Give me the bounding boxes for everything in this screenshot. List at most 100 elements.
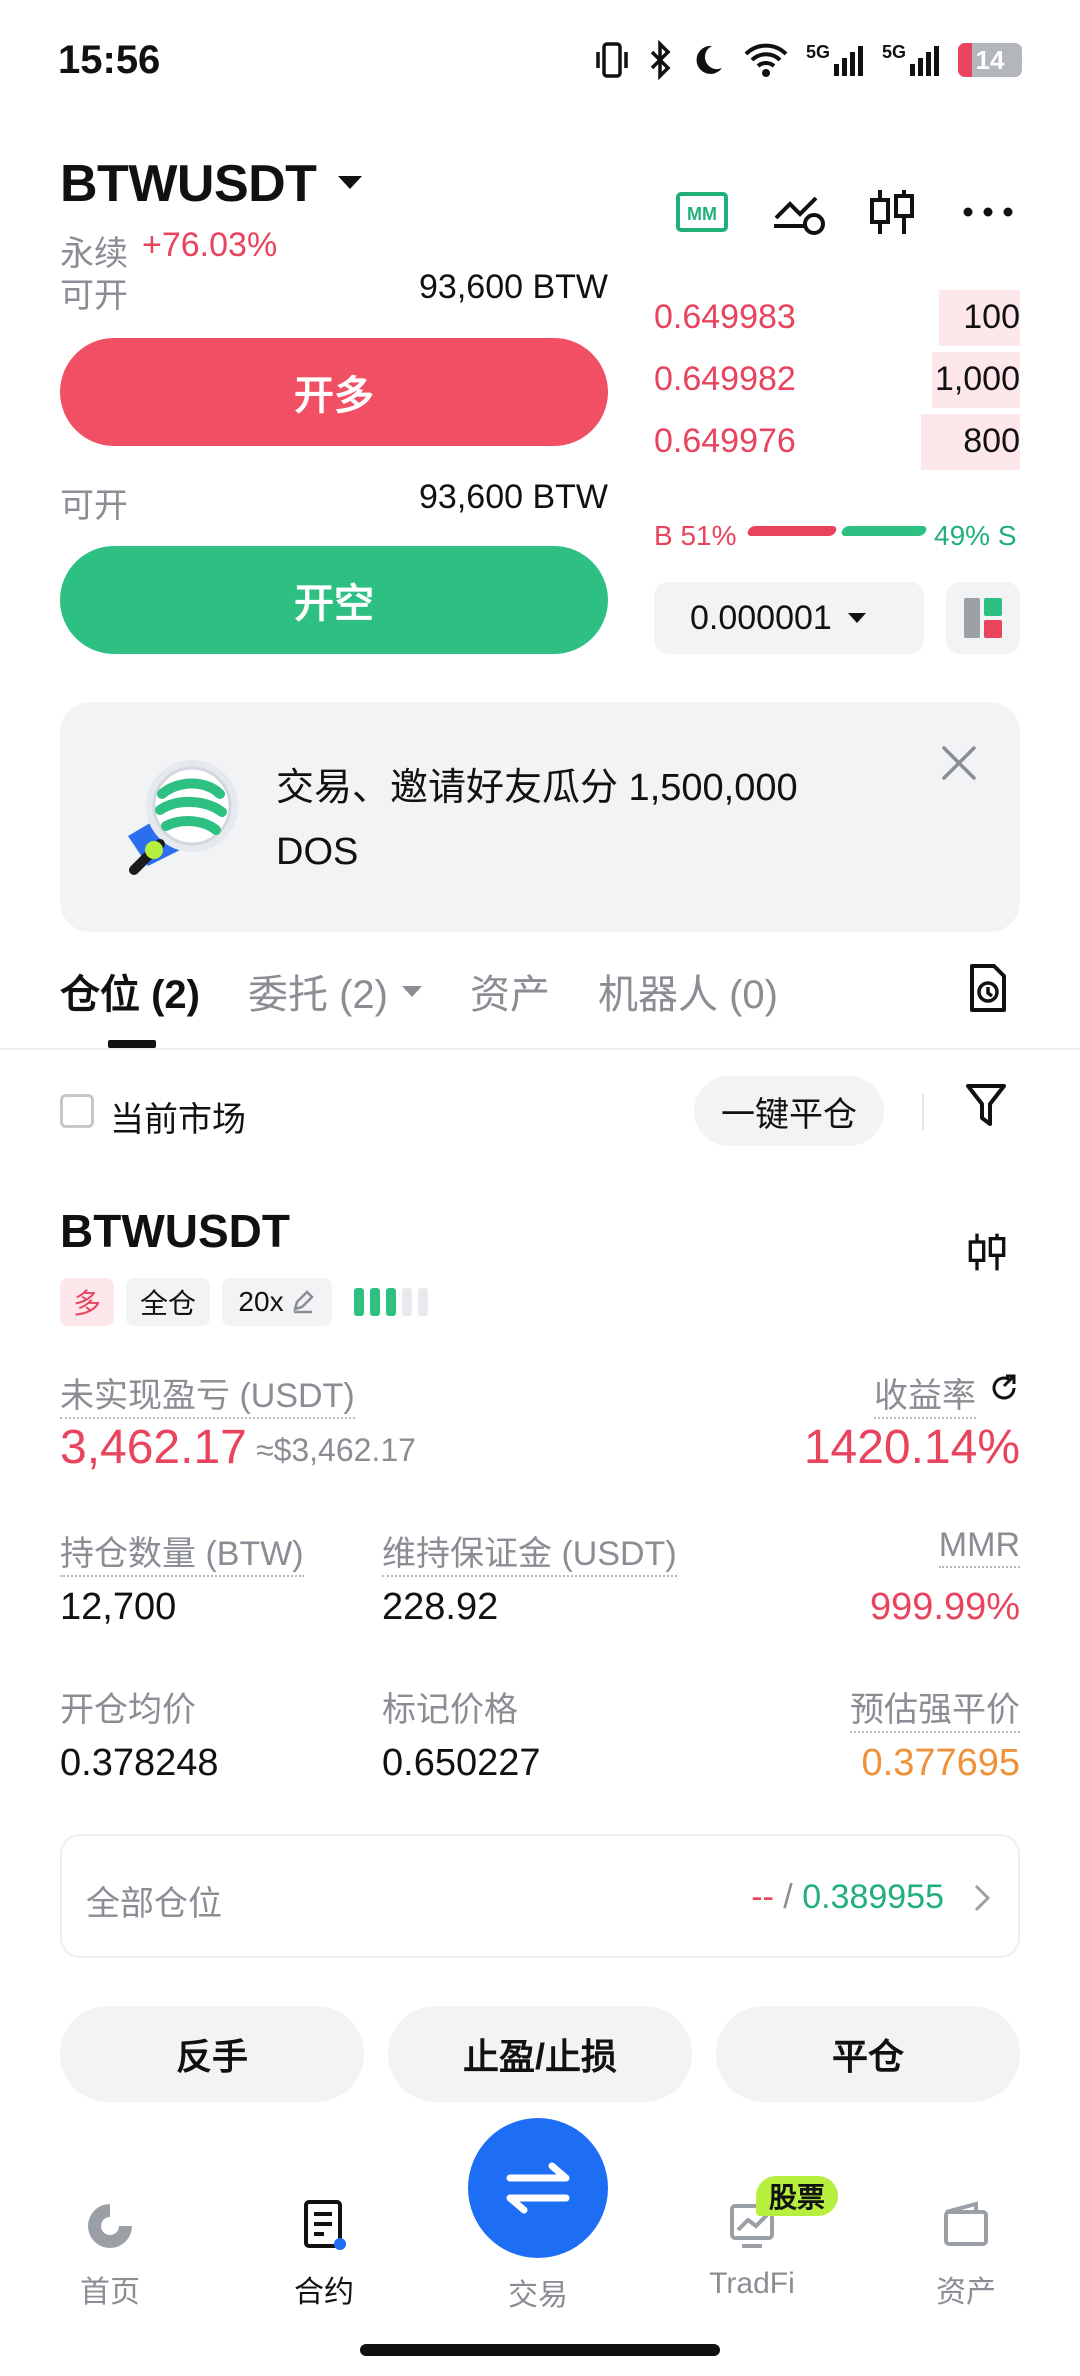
moon-icon: [696, 45, 722, 74]
network-label: 5G: [881, 42, 906, 62]
available-short-value: 93,600 BTW: [419, 478, 608, 516]
roe-label[interactable]: 收益率: [874, 1377, 976, 1419]
entry-price-value: 0.378248: [60, 1742, 219, 1784]
status-time: 15:56: [58, 38, 161, 82]
tab-active-indicator: [108, 1040, 156, 1048]
mark-price-value: 0.650227: [382, 1742, 541, 1784]
home-indicator: [360, 2344, 720, 2356]
current-market-checkbox[interactable]: [60, 1094, 94, 1128]
side-tag: 多: [60, 1278, 114, 1326]
wallet-icon: [944, 2201, 988, 2246]
ask-price: 0.649982: [654, 360, 796, 398]
price-alert-icon[interactable]: [770, 186, 830, 238]
tab-assets[interactable]: 资产: [470, 962, 550, 1020]
pair-selector[interactable]: BTWUSDT: [60, 154, 317, 214]
separator: /: [773, 1878, 803, 1916]
close-all-button[interactable]: 一键平仓: [694, 1076, 884, 1146]
status-icons: 5G 5G 14: [594, 36, 1022, 84]
open-short-button[interactable]: 开空: [60, 546, 608, 654]
promo-banner[interactable]: 交易、邀请好友瓜分 1,500,000 DOS: [60, 702, 1020, 932]
unrealized-pnl-value: 3,462.17: [60, 1421, 247, 1474]
ask-price: 0.649976: [654, 422, 796, 460]
chevron-down-icon: [402, 985, 422, 997]
tick-size-select[interactable]: 0.000001: [654, 582, 924, 654]
position-size-value: 12,700: [60, 1586, 177, 1628]
ask-price: 0.649983: [654, 298, 796, 336]
reverse-button[interactable]: 反手: [60, 2006, 364, 2102]
maint-margin-label[interactable]: 维持保证金 (USDT): [382, 1535, 677, 1577]
buy-ratio: B 51%: [654, 520, 737, 551]
bluetooth-icon: [650, 40, 671, 80]
wifi-icon: [744, 43, 788, 77]
margin-mode-tag[interactable]: 全仓: [126, 1278, 210, 1326]
promo-magnifier-icon: [128, 760, 238, 875]
trade-fab-button[interactable]: [468, 2118, 608, 2258]
network-label: 5G: [805, 42, 830, 62]
maint-margin-value: 228.92: [382, 1586, 499, 1628]
market-maker-icon[interactable]: MM: [672, 186, 732, 238]
mmr-value: 999.99%: [869, 1586, 1020, 1628]
unrealized-pnl-label[interactable]: 未实现盈亏 (USDT): [60, 1377, 355, 1419]
current-market-label[interactable]: 当前市场: [110, 1092, 246, 1141]
divider: [0, 1048, 1080, 1050]
tab-positions[interactable]: 仓位 (2): [60, 962, 200, 1020]
sl-value: 0.389955: [802, 1878, 944, 1916]
history-icon[interactable]: [964, 962, 1010, 1014]
stocks-badge: 股票: [756, 2176, 838, 2216]
tp-value: --: [751, 1878, 774, 1916]
tab-orders[interactable]: 委托 (2): [248, 962, 422, 1020]
nav-trade[interactable]: 交易: [458, 2270, 618, 2314]
ask-qty: 800: [963, 422, 1020, 460]
promo-text: 交易、邀请好友瓜分 1,500,000 DOS: [276, 767, 798, 873]
swap-icon: [506, 2162, 570, 2214]
available-long-value: 93,600 BTW: [419, 268, 608, 306]
leverage-tag[interactable]: 20x: [222, 1278, 332, 1326]
ask-qty: 100: [963, 298, 1020, 336]
unrealized-pnl-usd: ≈$3,462.17: [256, 1432, 416, 1468]
divider: [922, 1094, 924, 1130]
roe-value: 1420.14%: [803, 1421, 1020, 1474]
signal-icon-1: 5G: [806, 42, 866, 78]
position-tabs: 仓位 (2) 委托 (2) 资产 机器人 (0): [60, 962, 778, 1020]
price-change: +76.03%: [142, 226, 278, 264]
all-positions-row[interactable]: 全部仓位 -- / 0.389955: [60, 1834, 1020, 1958]
close-icon[interactable]: [938, 742, 980, 784]
mmr-label[interactable]: MMR: [938, 1526, 1020, 1568]
sell-ratio: 49% S: [934, 520, 1017, 551]
tp-sl-button[interactable]: 止盈/止损: [388, 2006, 692, 2102]
candlestick-chart-icon[interactable]: [962, 1226, 1012, 1278]
leverage-value: 20x: [238, 1286, 284, 1317]
more-icon[interactable]: [958, 186, 1018, 238]
orderbook-layout-button[interactable]: [946, 582, 1020, 654]
nav-futures[interactable]: 合约: [244, 2198, 404, 2311]
position-size-label[interactable]: 持仓数量 (BTW): [60, 1535, 304, 1577]
chevron-right-icon: [974, 1884, 991, 1912]
candlestick-chart-icon[interactable]: [862, 186, 922, 238]
vibrate-icon: [596, 42, 628, 78]
orderbook-ask-row[interactable]: 0.649976 800: [654, 414, 1020, 470]
position-pair[interactable]: BTWUSDT: [60, 1204, 290, 1258]
close-position-button[interactable]: 平仓: [716, 2006, 1020, 2102]
liq-price-label[interactable]: 预估强平价: [850, 1691, 1020, 1733]
home-icon: [88, 2204, 132, 2248]
liq-price-value: 0.377695: [861, 1742, 1021, 1784]
buy-ratio-bar: [746, 526, 838, 536]
tab-bots[interactable]: 机器人 (0): [598, 962, 778, 1020]
nav-assets[interactable]: 资产: [886, 2198, 1046, 2311]
ask-qty: 1,000: [934, 360, 1020, 398]
filter-icon[interactable]: [964, 1080, 1008, 1132]
signal-icon-2: 5G: [882, 42, 942, 78]
layout-icon: [964, 598, 1002, 638]
orderbook-ask-row[interactable]: 0.649983 100: [654, 290, 1020, 346]
battery-icon: 14: [958, 43, 1022, 77]
futures-icon: [304, 2200, 346, 2250]
all-positions-values: -- / 0.389955: [751, 1878, 944, 1917]
mark-price-label: 标记价格: [382, 1691, 518, 1729]
sell-ratio-bar: [840, 526, 928, 536]
adl-indicator: [354, 1288, 428, 1316]
nav-home[interactable]: 首页: [30, 2198, 190, 2311]
orderbook-ask-row[interactable]: 0.649982 1,000: [654, 352, 1020, 408]
share-icon[interactable]: [988, 1372, 1020, 1404]
open-long-button[interactable]: 开多: [60, 338, 608, 446]
chevron-down-icon[interactable]: [338, 176, 362, 189]
